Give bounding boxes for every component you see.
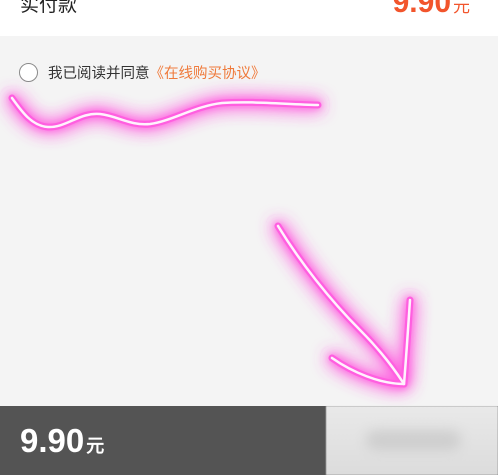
payment-summary-row: 实付款 9.90 元: [0, 0, 498, 36]
payment-label: 实付款: [20, 0, 78, 16]
bottom-total-price: 9.90 元: [20, 423, 104, 464]
agreement-text: 我已阅读并同意: [48, 65, 150, 82]
payment-amount-unit: 元: [453, 0, 470, 16]
bottom-total-value: 9.90: [20, 422, 85, 459]
payment-amount: 9.90 元: [393, 0, 470, 20]
agreement-radio[interactable]: [19, 62, 38, 82]
annotation-squiggle: [8, 94, 322, 131]
annotation-arrow-shaft: [274, 222, 408, 388]
agreement-row: 我已阅读并同意 《在线购买协议》: [19, 61, 266, 83]
checkout-page: 实付款 9.90 元 我已阅读并同意 《在线购买协议》 9.90 元: [0, 0, 498, 475]
purchase-agreement-link[interactable]: 《在线购买协议》: [150, 62, 266, 83]
annotation-arrow-head: [328, 296, 414, 388]
submit-order-button-label-blurred: [366, 430, 461, 450]
bottom-total-unit: 元: [86, 436, 105, 456]
payment-amount-value: 9.90: [392, 0, 451, 19]
submit-order-button[interactable]: [326, 406, 498, 475]
